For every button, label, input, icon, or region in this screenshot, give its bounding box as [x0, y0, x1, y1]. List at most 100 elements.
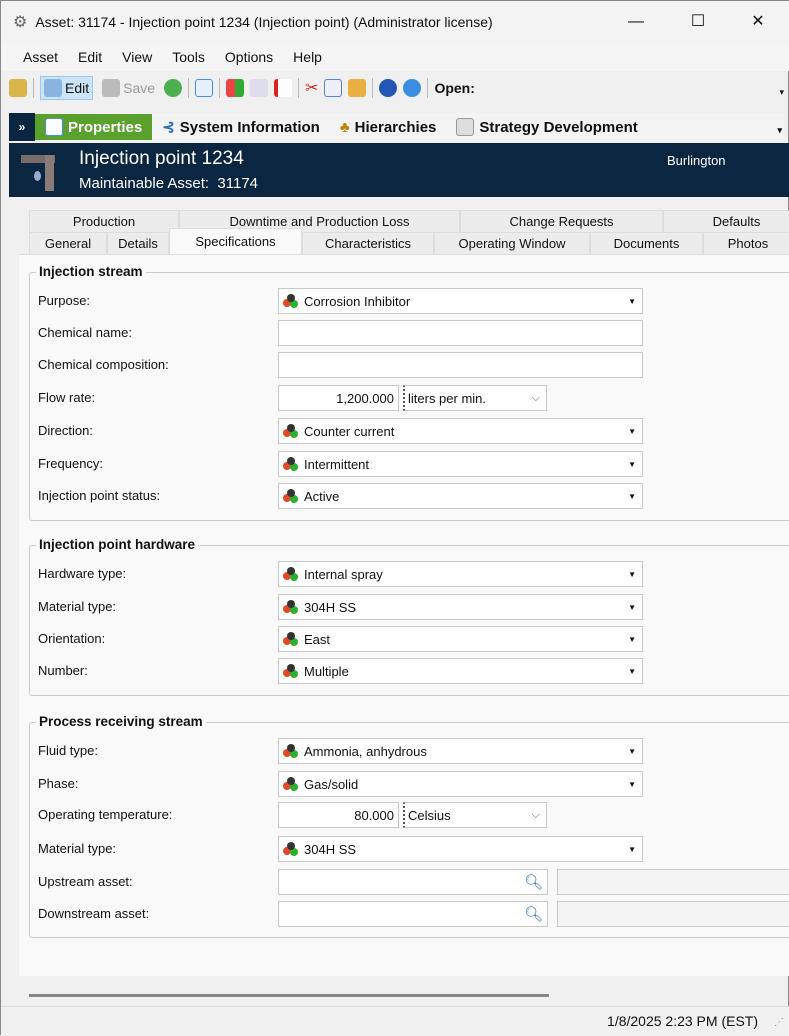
menu-asset[interactable]: Asset — [23, 49, 58, 65]
horizontal-scrollbar[interactable] — [29, 994, 549, 997]
number-combo[interactable]: Multiple ▼ — [278, 658, 643, 684]
tab-operating-window[interactable]: Operating Window — [434, 232, 590, 254]
direction-value: Counter current — [304, 423, 395, 439]
operating-temperature-input[interactable]: 80.000 — [278, 802, 399, 828]
menu-tools[interactable]: Tools — [172, 49, 205, 65]
downstream-asset-lookup-input[interactable]: 🔍︎ — [278, 901, 548, 927]
menu-view[interactable]: View — [122, 49, 152, 65]
upstream-asset-label: Upstream asset: — [38, 874, 133, 889]
edit-icon — [44, 79, 62, 97]
tab-change-requests[interactable]: Change Requests — [460, 210, 663, 232]
flow-rate-unit-value: liters per min. — [408, 390, 487, 406]
menu-options[interactable]: Options — [225, 49, 273, 65]
open-label: Open: — [434, 80, 475, 96]
tab-defaults[interactable]: Defaults — [663, 210, 789, 232]
injection-point-status-combo[interactable]: Active ▼ — [278, 483, 643, 509]
toolbar-overflow-icon[interactable]: ▾ — [779, 87, 784, 98]
tab-details[interactable]: Details — [107, 232, 169, 254]
new-document-icon[interactable] — [195, 79, 214, 97]
attach-icon[interactable] — [250, 79, 269, 97]
fluid-icon — [283, 744, 299, 758]
report-icon[interactable] — [274, 79, 293, 97]
dropdown-arrow-icon[interactable]: ▼ — [628, 427, 636, 436]
edit-button[interactable]: Edit — [40, 76, 94, 100]
dropdown-arrow-icon[interactable]: ▼ — [628, 460, 636, 469]
tab-specifications[interactable]: Specifications — [169, 228, 302, 254]
nav-label: System Information — [179, 118, 320, 136]
refresh-icon[interactable] — [164, 79, 183, 97]
fluid-type-label: Fluid type: — [38, 743, 98, 758]
phase-combo[interactable]: Gas/solid ▼ — [278, 771, 643, 797]
fluid-type-combo[interactable]: Ammonia, anhydrous ▼ — [278, 738, 643, 764]
fluid-type-value: Ammonia, anhydrous — [304, 743, 427, 759]
maximize-button[interactable]: ☐ — [683, 9, 713, 35]
properties-icon — [45, 118, 63, 136]
material-type-value: 304H SS — [304, 599, 357, 615]
edit-label: Edit — [65, 80, 90, 96]
collapse-chevron-icon[interactable]: » — [9, 113, 35, 141]
upstream-asset-lookup-input[interactable]: 🔍︎ — [278, 869, 548, 895]
purpose-combo[interactable]: Corrosion Inhibitor ▼ — [278, 288, 643, 314]
windows-icon[interactable] — [226, 79, 245, 97]
paste-icon[interactable] — [348, 79, 367, 97]
tab-production[interactable]: Production — [29, 210, 179, 232]
resize-grip-icon[interactable]: ⋰ — [774, 1017, 784, 1028]
nav-system-information[interactable]: ⊰ System Information — [152, 114, 330, 140]
dropdown-arrow-icon[interactable]: ▼ — [628, 297, 636, 306]
chemical-name-input[interactable] — [278, 320, 643, 346]
flow-rate-unit-select[interactable]: liters per min. ⌵ — [403, 385, 547, 411]
search-icon[interactable]: 🔍︎ — [524, 873, 543, 891]
tab-general[interactable]: General — [29, 232, 107, 254]
dropdown-arrow-icon[interactable]: ▼ — [628, 635, 636, 644]
dropdown-arrow-icon[interactable]: ▼ — [628, 780, 636, 789]
hardware-type-combo[interactable]: Internal spray ▼ — [278, 561, 643, 587]
nav-overflow-icon[interactable]: ▾ — [777, 125, 782, 136]
purpose-label: Purpose: — [38, 293, 91, 308]
frequency-label: Frequency: — [38, 456, 104, 471]
orientation-combo[interactable]: East ▼ — [278, 626, 643, 652]
search-icon[interactable]: 🔍︎ — [524, 905, 543, 923]
nav-properties[interactable]: Properties — [35, 114, 153, 140]
operating-temperature-unit-select[interactable]: Celsius ⌵ — [403, 802, 547, 828]
menu-bar: Asset Edit View Tools Options Help — [1, 43, 789, 71]
dropdown-arrow-icon[interactable]: ▼ — [628, 747, 636, 756]
dropdown-arrow-icon[interactable]: ▼ — [628, 845, 636, 854]
folder-up-icon[interactable] — [9, 79, 27, 97]
operating-temperature-unit-value: Celsius — [408, 807, 451, 823]
flow-rate-label: Flow rate: — [38, 390, 96, 405]
tab-documents[interactable]: Documents — [590, 232, 703, 254]
tab-characteristics[interactable]: Characteristics — [302, 232, 434, 254]
asset-title: Injection point 1234 — [79, 148, 244, 169]
dropdown-arrow-icon[interactable]: ▼ — [628, 603, 636, 612]
cut-icon[interactable]: ✂ — [305, 78, 318, 98]
copy-icon[interactable] — [324, 79, 343, 97]
dropdown-arrow-icon[interactable]: ▼ — [628, 667, 636, 676]
help-icon[interactable] — [379, 79, 398, 97]
chevron-down-icon[interactable]: ⌵ — [532, 809, 540, 822]
minimize-button[interactable]: — — [621, 9, 651, 35]
tab-photos[interactable]: Photos — [703, 232, 789, 254]
menu-edit[interactable]: Edit — [78, 49, 102, 65]
menu-help[interactable]: Help — [293, 49, 322, 65]
save-icon — [102, 79, 121, 97]
separator — [33, 78, 34, 98]
group-title: Injection stream — [36, 264, 146, 279]
nav-hierarchies[interactable]: ♣ Hierarchies — [330, 114, 447, 140]
material-type-combo[interactable]: 304H SS ▼ — [278, 594, 643, 620]
info-icon[interactable] — [403, 79, 422, 97]
chemical-composition-input[interactable] — [278, 352, 643, 378]
material-type-combo[interactable]: 304H SS ▼ — [278, 836, 643, 862]
chevron-down-icon[interactable]: ⌵ — [532, 392, 540, 405]
save-button[interactable]: Save — [99, 76, 158, 100]
dropdown-arrow-icon[interactable]: ▼ — [628, 492, 636, 501]
flow-rate-input[interactable]: 1,200.000 — [278, 385, 399, 411]
injection-point-icon — [21, 153, 57, 191]
chemical-icon — [283, 842, 299, 856]
group-title: Process receiving stream — [36, 714, 206, 729]
nav-strategy-development[interactable]: Strategy Development — [446, 114, 647, 140]
orientation-value: East — [304, 631, 331, 647]
dropdown-arrow-icon[interactable]: ▼ — [628, 570, 636, 579]
frequency-combo[interactable]: Intermittent ▼ — [278, 451, 643, 477]
direction-combo[interactable]: Counter current ▼ — [278, 418, 643, 444]
close-button[interactable]: ✕ — [743, 9, 773, 35]
